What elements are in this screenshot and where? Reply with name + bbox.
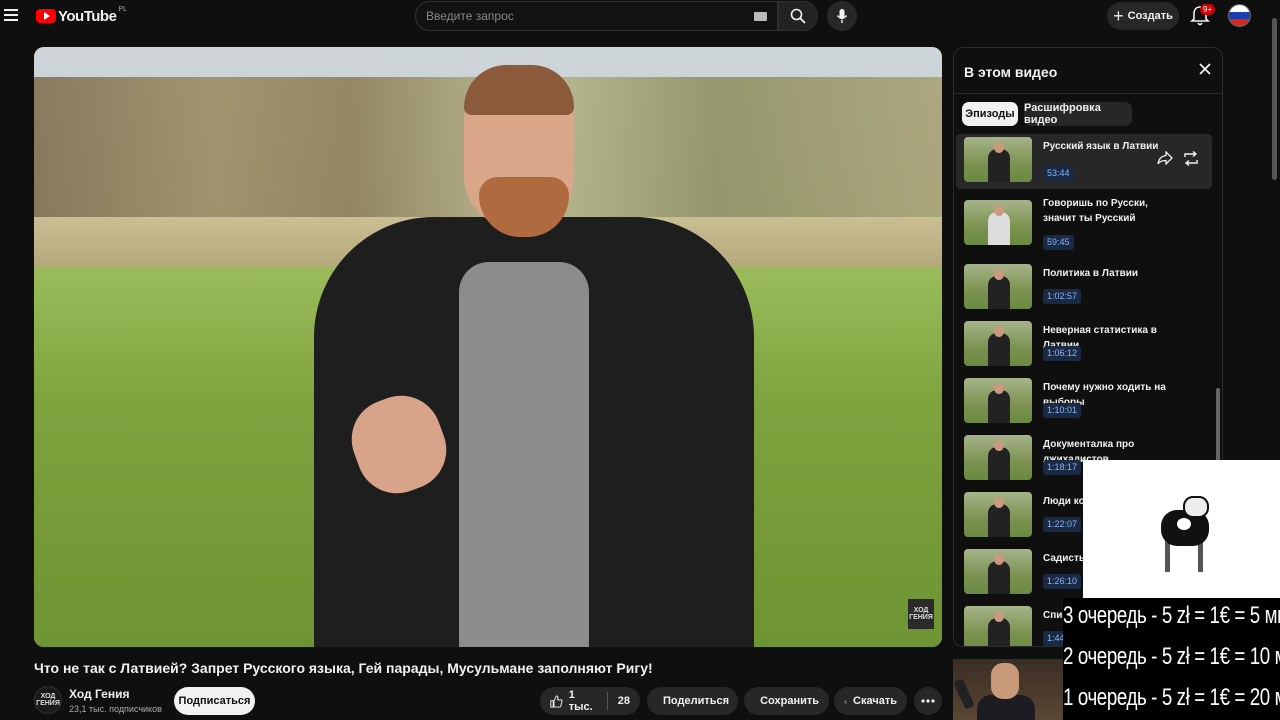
account-avatar[interactable] xyxy=(1228,4,1251,27)
youtube-play-icon xyxy=(36,9,56,23)
like-divider xyxy=(606,692,608,710)
chapter-thumbnail xyxy=(964,321,1032,366)
video-frame-speaker xyxy=(314,65,754,647)
chapter-title: Русский язык в Латвии xyxy=(1043,141,1159,152)
share-button[interactable]: Поделиться xyxy=(647,687,738,715)
queue-line: 2 очередь - 5 zł = 1€ = 10 мин xyxy=(1063,643,1280,670)
queue-line: 1 очередь - 5 zł = 1€ = 20 мин xyxy=(1063,684,1280,711)
thumbs-up-icon[interactable] xyxy=(550,694,563,709)
search-button[interactable] xyxy=(778,1,818,31)
subscribe-button[interactable]: Подписаться xyxy=(174,687,255,715)
logo-region: PL xyxy=(118,5,127,13)
share-icon[interactable] xyxy=(1157,151,1173,165)
video-title: Что не так с Латвией? Запрет Русского яз… xyxy=(34,660,653,676)
channel-row: ХОД ГЕНИЯ Ход Гения 23,1 тыс. подписчико… xyxy=(34,686,944,716)
chapter-timestamp[interactable]: 59:45 xyxy=(1043,235,1074,250)
top-bar: YouTube PL + Создать 9+ xyxy=(0,0,1280,33)
more-icon xyxy=(921,699,935,703)
chapter-item[interactable]: Неверная статистика в Латвии 1:06:12 xyxy=(956,318,1212,373)
download-button[interactable]: Скачать xyxy=(834,687,907,715)
cow-head xyxy=(1183,496,1209,518)
like-count[interactable]: 1 тыс. xyxy=(569,689,597,713)
chip-episodes[interactable]: Эпизоды xyxy=(962,102,1018,126)
close-panel-button[interactable] xyxy=(1198,62,1214,78)
search-input[interactable] xyxy=(416,2,736,30)
chapter-title: Политика в Латвии xyxy=(1043,268,1139,279)
chapter-item[interactable]: Русский язык в Латвии 53:44 xyxy=(956,134,1212,189)
chapter-actions xyxy=(1157,151,1199,166)
download-icon xyxy=(844,699,847,703)
webcam-face xyxy=(991,663,1019,699)
panel-divider xyxy=(954,93,1222,94)
save-button[interactable]: Сохранить xyxy=(744,687,829,715)
repeat-icon[interactable] xyxy=(1183,151,1199,166)
more-actions-button[interactable] xyxy=(914,687,942,715)
page-scrollbar-thumb[interactable] xyxy=(1272,18,1277,180)
channel-watermark[interactable]: ХОД ГЕНИЯ xyxy=(908,599,934,629)
menu-icon[interactable] xyxy=(4,6,22,26)
plus-icon: + xyxy=(1113,6,1124,26)
chapter-thumbnail xyxy=(964,264,1032,309)
subscriber-count: 23,1 тыс. подписчиков xyxy=(69,704,162,714)
chapter-title: Говоришь по Русски, значит ты Русский xyxy=(1043,198,1148,224)
chapter-timestamp[interactable]: 1:02:57 xyxy=(1043,289,1082,304)
logo-text: YouTube xyxy=(58,7,117,25)
panel-title: В этом видео xyxy=(964,64,1058,80)
chapter-timestamp[interactable]: 1:22:07 xyxy=(1043,517,1082,532)
chapter-thumbnail xyxy=(964,492,1032,537)
cow-spot xyxy=(1177,518,1191,530)
voice-search-button[interactable] xyxy=(827,1,857,31)
save-label: Сохранить xyxy=(760,695,819,707)
chapter-timestamp[interactable]: 1:10:01 xyxy=(1043,403,1082,418)
chapter-item[interactable]: Почему нужно ходить на выборы 1:10:01 xyxy=(956,375,1212,430)
microphone-icon xyxy=(836,9,848,23)
keyboard-icon[interactable] xyxy=(754,12,767,21)
youtube-logo[interactable]: YouTube PL xyxy=(36,5,127,25)
video-player[interactable]: ХОД ГЕНИЯ xyxy=(34,47,942,647)
search-box xyxy=(415,1,778,31)
chip-transcript[interactable]: Расшифровка видео xyxy=(1024,102,1132,126)
create-label: Создать xyxy=(1127,10,1173,22)
queue-overlay: 3 очередь - 5 zł = 1€ = 5 мин 2 очередь … xyxy=(1063,598,1280,720)
search-icon xyxy=(790,8,806,24)
speaker-shirt xyxy=(459,262,589,647)
streamer-webcam xyxy=(953,659,1063,720)
chapter-thumbnail xyxy=(964,549,1032,594)
channel-name[interactable]: Ход Гения xyxy=(69,687,129,701)
like-dislike-group: 1 тыс. 28 xyxy=(540,687,640,715)
share-label: Поделиться xyxy=(663,695,730,707)
channel-avatar[interactable]: ХОД ГЕНИЯ xyxy=(34,686,62,714)
speaker-hair xyxy=(464,65,574,115)
close-icon xyxy=(1199,63,1211,75)
cow-leg xyxy=(1165,540,1170,572)
dislike-count[interactable]: 28 xyxy=(618,695,630,707)
create-button[interactable]: + Создать xyxy=(1107,2,1179,30)
chapter-timestamp[interactable]: 1:06:12 xyxy=(1043,346,1082,361)
chapter-thumbnail xyxy=(964,378,1032,423)
stream-overlay-cow xyxy=(1083,460,1280,598)
chapter-timestamp[interactable]: 1:18:17 xyxy=(1043,460,1082,475)
download-label: Скачать xyxy=(853,695,897,707)
chapter-thumbnail xyxy=(964,200,1032,245)
notifications-badge: 9+ xyxy=(1200,4,1216,15)
chapter-thumbnail xyxy=(964,137,1032,182)
chapter-item[interactable]: Говоришь по Русски, значит ты Русский 59… xyxy=(956,191,1212,250)
chapter-item[interactable]: Политика в Латвии 1:02:57 xyxy=(956,261,1212,316)
chapter-timestamp[interactable]: 1:26:10 xyxy=(1043,574,1082,589)
chapter-timestamp[interactable]: 53:44 xyxy=(1043,166,1074,181)
chapter-thumbnail xyxy=(964,435,1032,480)
queue-line: 3 очередь - 5 zł = 1€ = 5 мин xyxy=(1063,602,1280,629)
chapter-thumbnail xyxy=(964,606,1032,646)
webcam-microphone xyxy=(953,678,975,710)
